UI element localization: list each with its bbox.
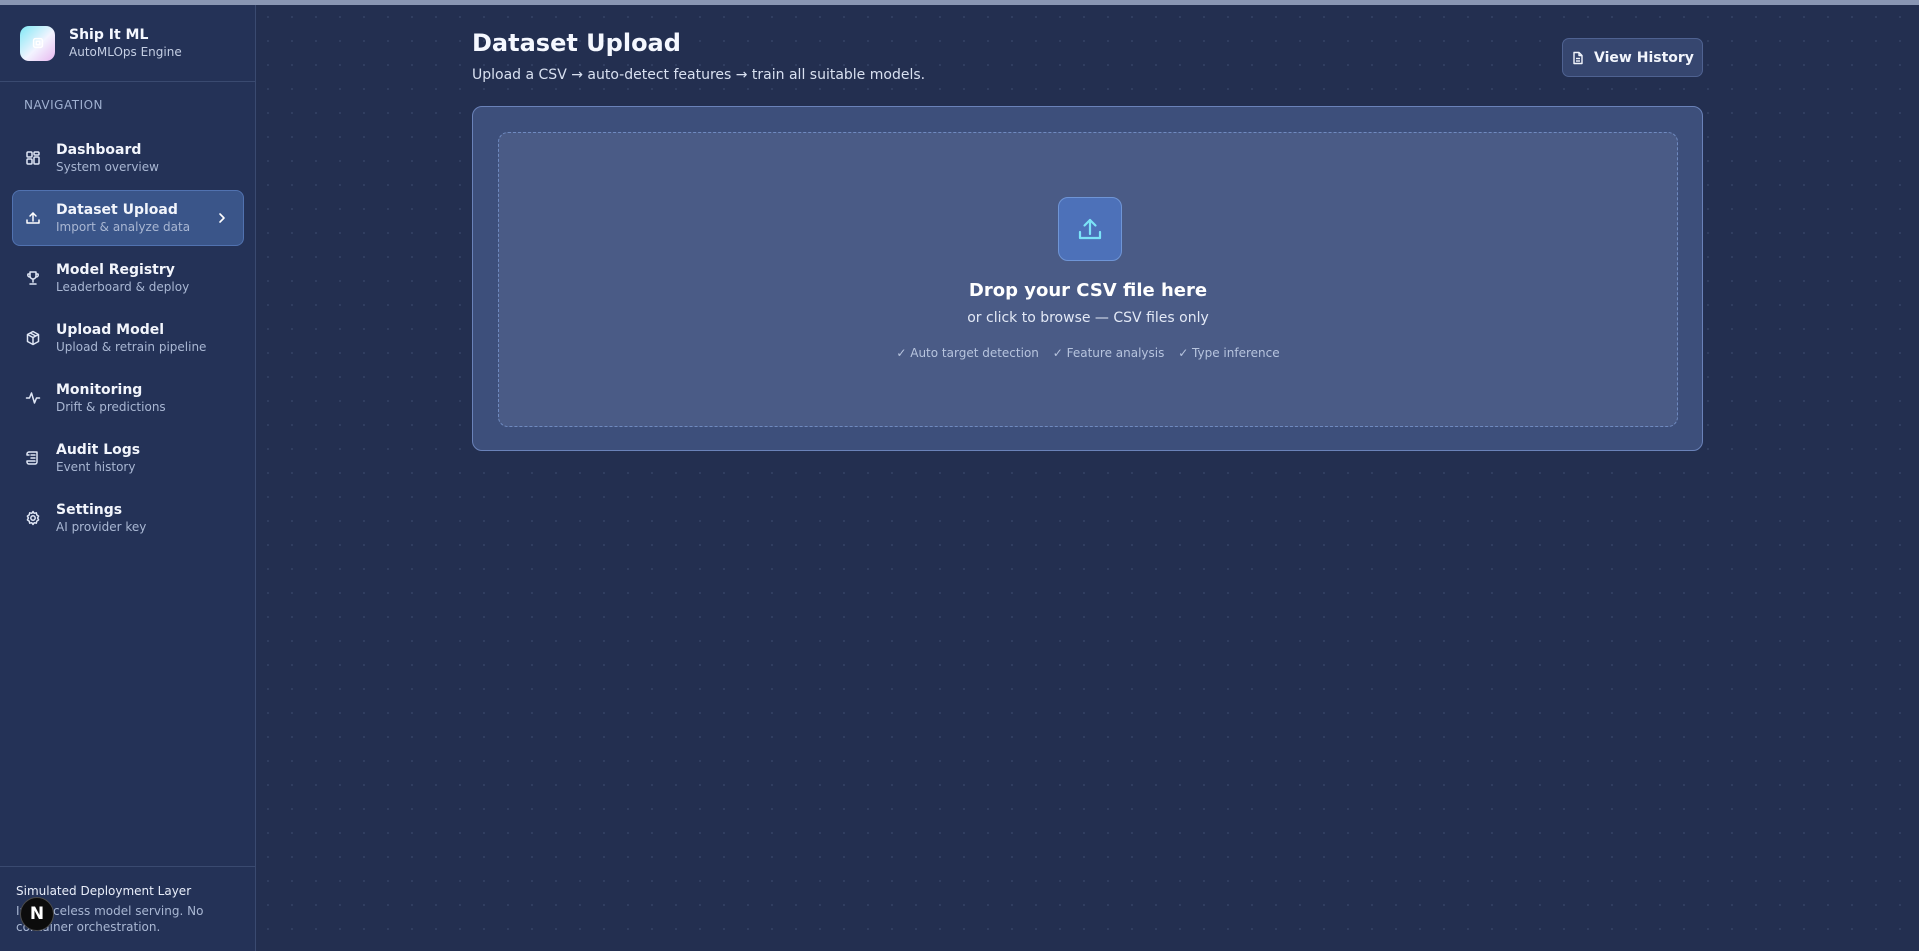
- trophy-icon: [25, 270, 41, 286]
- brand-subtitle: AutoMLOps Engine: [69, 45, 182, 59]
- scroll-icon: [25, 450, 41, 466]
- sidebar-item-subtitle: Event history: [56, 460, 136, 474]
- sidebar-item-title: Upload Model: [56, 322, 165, 338]
- dashboard-icon: [25, 150, 41, 166]
- feature-type-inference: ✓ Type inference: [1178, 346, 1280, 360]
- feature-analysis: ✓ Feature analysis: [1052, 346, 1165, 360]
- sidebar-item-title: Model Registry: [56, 262, 175, 278]
- dropzone-title: Drop your CSV file here: [968, 280, 1208, 301]
- feature-auto-target: ✓ Auto target detection: [896, 346, 1039, 360]
- sidebar-item-settings[interactable]: Settings AI provider key: [12, 490, 244, 546]
- view-history-button[interactable]: View History: [1562, 38, 1703, 77]
- sidebar-item-subtitle: Leaderboard & deploy: [56, 280, 190, 294]
- sidebar-item-title: Dashboard: [56, 142, 142, 158]
- nav-list: Dashboard System overview Dataset Upload…: [0, 130, 255, 546]
- app-shell: Ship It ML AutoMLOps Engine NAVIGATION D…: [0, 5, 1919, 951]
- brand-name: Ship It ML: [69, 27, 149, 43]
- chevron-right-icon: [219, 213, 225, 223]
- sidebar-item-title: Dataset Upload: [56, 202, 178, 218]
- sidebar-item-subtitle: AI provider key: [56, 520, 147, 534]
- sidebar-item-dataset-upload[interactable]: Dataset Upload Import & analyze data: [12, 190, 244, 246]
- nav-heading: NAVIGATION: [24, 98, 104, 112]
- document-icon: [1573, 51, 1583, 64]
- upload-icon: [1058, 197, 1122, 261]
- upload-card: Drop your CSV file here or click to brow…: [472, 106, 1703, 451]
- sidebar-item-title: Monitoring: [56, 382, 143, 398]
- sidebar-item-subtitle: Import & analyze data: [56, 220, 191, 234]
- footer-title: Simulated Deployment Layer: [16, 884, 192, 898]
- sidebar-item-title: Audit Logs: [56, 442, 141, 458]
- activity-icon: [25, 390, 41, 406]
- n-badge-button[interactable]: N: [20, 897, 54, 931]
- sidebar-item-upload-model[interactable]: Upload Model Upload & retrain pipeline: [12, 310, 244, 366]
- main-content: Dataset Upload Upload a CSV → auto-detec…: [256, 5, 1919, 951]
- upload-icon: [25, 210, 41, 226]
- csv-dropzone[interactable]: Drop your CSV file here or click to brow…: [498, 132, 1678, 427]
- sidebar-footer: Simulated Deployment Layer Instanceless …: [0, 866, 255, 951]
- view-history-label: View History: [1594, 49, 1694, 66]
- page-title: Dataset Upload: [472, 29, 681, 57]
- sidebar-item-monitoring[interactable]: Monitoring Drift & predictions: [12, 370, 244, 426]
- sidebar-item-audit-logs[interactable]: Audit Logs Event history: [12, 430, 244, 486]
- sidebar-item-subtitle: System overview: [56, 160, 159, 174]
- sidebar-item-dashboard[interactable]: Dashboard System overview: [12, 130, 244, 186]
- sidebar-item-model-registry[interactable]: Model Registry Leaderboard & deploy: [12, 250, 244, 306]
- package-icon: [25, 330, 41, 346]
- sidebar: Ship It ML AutoMLOps Engine NAVIGATION D…: [0, 5, 256, 951]
- sidebar-item-subtitle: Drift & predictions: [56, 400, 166, 414]
- sidebar-item-subtitle: Upload & retrain pipeline: [56, 340, 207, 354]
- dropzone-features: ✓ Auto target detection ✓ Feature analys…: [499, 346, 1677, 360]
- page-description: Upload a CSV → auto-detect features → tr…: [472, 67, 926, 83]
- sidebar-item-title: Settings: [56, 502, 123, 518]
- brand: Ship It ML AutoMLOps Engine: [0, 5, 255, 82]
- brand-logo-icon: [20, 25, 55, 61]
- gear-icon: [25, 510, 41, 526]
- dropzone-subtitle: or click to browse — CSV files only: [967, 310, 1209, 326]
